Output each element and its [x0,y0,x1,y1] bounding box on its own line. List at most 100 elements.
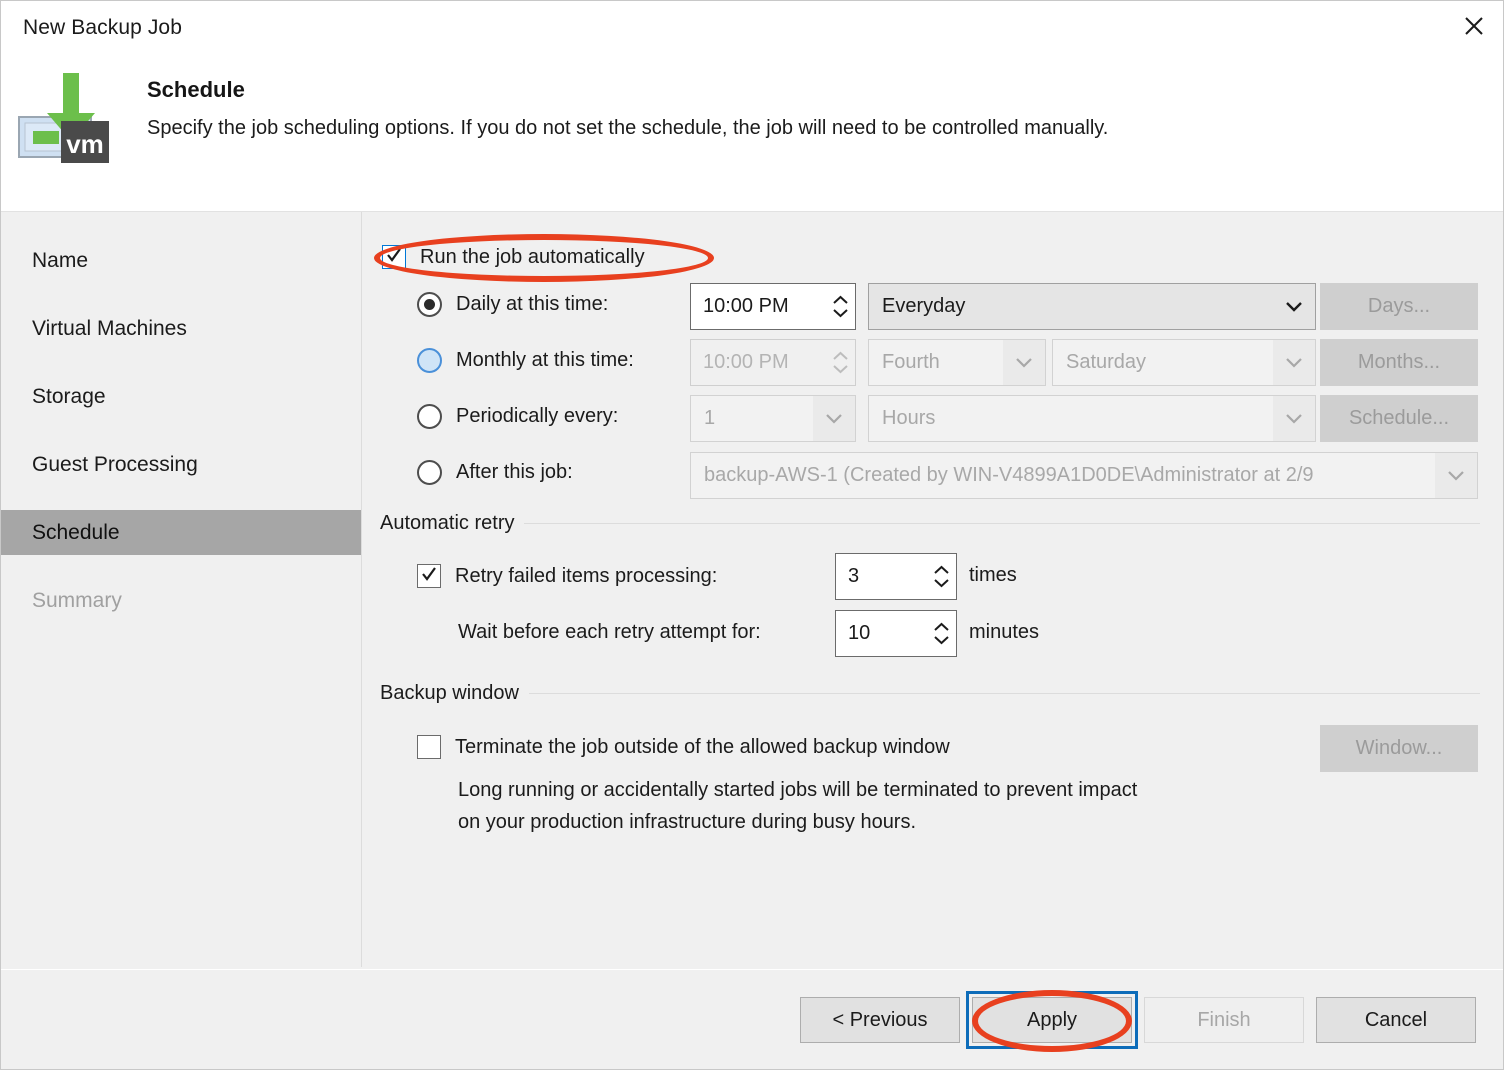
page-title: Schedule [147,77,245,102]
radio-circle [417,348,442,373]
monthly-at-this-time-radio[interactable]: Monthly at this time: [417,348,634,373]
chevron-down-icon [1003,340,1045,385]
daily-time-value: 10:00 PM [703,295,789,317]
terminate-job-checkbox[interactable]: Terminate the job outside of the allowed… [417,735,950,759]
periodically-every-label: Periodically every: [456,405,619,427]
daily-time-spinner[interactable] [825,284,855,329]
monthly-time-spinner [825,340,855,385]
retry-failed-items-checkbox[interactable]: Retry failed items processing: [417,564,717,588]
after-this-job-combobox: backup-AWS-1 (Created by WIN-V4899A1D0DE… [690,452,1478,499]
wait-minutes-spinner[interactable] [926,611,956,656]
daily-at-this-time-radio[interactable]: Daily at this time: [417,292,608,317]
chevron-up-icon [933,565,949,574]
months-button: Months... [1320,339,1478,386]
wait-minutes-suffix: minutes [969,621,1040,643]
retry-count-input[interactable]: 3 [835,553,957,600]
chevron-down-icon [1435,453,1477,498]
monthly-day-value: Saturday [1066,351,1147,373]
backup-window-note-line1: Long running or accidentally started job… [458,779,1138,801]
radio-circle [417,292,442,317]
chevron-up-icon [832,295,848,304]
wait-minutes-value: 10 [848,622,871,644]
retry-count-spinner[interactable] [926,554,956,599]
terminate-job-label: Terminate the job outside of the allowed… [455,735,950,758]
monthly-day-combobox: Saturday [1052,339,1316,386]
schedule-button: Schedule... [1320,395,1478,442]
checkbox-box [417,564,441,588]
radio-circle [417,404,442,429]
chevron-up-icon [933,622,949,631]
monthly-time-input: 10:00 PM [690,339,856,386]
run-the-job-automatically-label: Run the job automatically [420,245,645,268]
wait-before-retry-label: Wait before each retry attempt for: [458,621,761,643]
sidebar-item-name[interactable]: Name [1,238,361,283]
close-icon[interactable] [1443,1,1503,51]
chevron-down-icon [1273,340,1315,385]
periodically-every-radio[interactable]: Periodically every: [417,404,618,429]
backup-vm-icon: vm [17,69,113,169]
backup-window-group-header: Backup window [380,682,1480,705]
daily-frequency-combobox[interactable]: Everyday [868,283,1316,330]
automatic-retry-group-header: Automatic retry [380,512,1480,535]
periodically-unit-value: Hours [882,407,936,429]
sidebar-item-virtual-machines[interactable]: Virtual Machines [1,306,361,351]
checkbox-box [417,735,441,759]
window-button: Window... [1320,725,1478,772]
footer-divider [1,969,1503,970]
chevron-down-icon [813,396,855,441]
previous-button[interactable]: < Previous [800,997,960,1043]
dialog-body: Name Virtual Machines Storage Guest Proc… [1,212,1503,969]
window-title: New Backup Job [23,16,182,39]
backup-window-group-label: Backup window [380,682,519,704]
run-the-job-automatically-checkbox[interactable]: Run the job automatically [382,245,645,269]
wizard-step-sidebar: Name Virtual Machines Storage Guest Proc… [1,212,361,969]
daily-frequency-value: Everyday [882,295,966,317]
chevron-down-icon [933,579,949,588]
automatic-retry-group-label: Automatic retry [380,512,515,534]
monthly-week-value: Fourth [882,351,940,373]
monthly-week-combobox: Fourth [868,339,1046,386]
after-this-job-radio[interactable]: After this job: [417,460,573,485]
monthly-at-this-time-label: Monthly at this time: [456,349,634,371]
after-this-job-label: After this job: [456,461,573,483]
checkmark-icon [422,567,436,581]
finish-button: Finish [1144,997,1304,1043]
page-description: Specify the job scheduling options. If y… [147,117,1109,139]
chevron-up-icon [832,351,848,360]
retry-count-suffix: times [969,564,1017,586]
new-backup-job-dialog: New Backup Job vm Schedule Specify the j… [0,0,1504,1070]
sidebar-item-guest-processing[interactable]: Guest Processing [1,442,361,487]
title-bar: New Backup Job [1,1,1503,59]
checkmark-icon [387,248,401,262]
periodically-count-combobox: 1 [690,395,856,442]
group-divider [524,523,1480,524]
days-button: Days... [1320,283,1478,330]
group-divider [528,693,1480,694]
chevron-down-icon [832,365,848,374]
wait-minutes-input[interactable]: 10 [835,610,957,657]
schedule-settings-pane: Run the job automatically Daily at this … [362,212,1503,969]
radio-circle [417,460,442,485]
retry-count-value: 3 [848,565,860,587]
periodically-count-value: 1 [704,407,716,429]
chevron-down-icon [1273,396,1315,441]
daily-time-input[interactable]: 10:00 PM [690,283,856,330]
checkbox-box [382,245,406,269]
apply-button[interactable]: Apply [972,997,1132,1043]
chevron-down-icon [1273,284,1315,329]
after-this-job-value: backup-AWS-1 (Created by WIN-V4899A1D0DE… [704,464,1314,486]
svg-text:vm: vm [66,129,104,159]
monthly-time-value: 10:00 PM [703,351,789,373]
dialog-footer: < Previous Apply Finish Cancel [1,969,1503,1069]
chevron-down-icon [933,636,949,645]
sidebar-item-schedule[interactable]: Schedule [1,510,361,555]
dialog-header: vm Schedule Specify the job scheduling o… [1,59,1503,213]
backup-window-note-line2: on your production infrastructure during… [458,811,917,833]
daily-at-this-time-label: Daily at this time: [456,293,609,315]
periodically-unit-combobox: Hours [868,395,1316,442]
retry-failed-items-label: Retry failed items processing: [455,564,718,587]
sidebar-item-storage[interactable]: Storage [1,374,361,419]
sidebar-item-summary: Summary [32,588,122,612]
chevron-down-icon [832,309,848,318]
cancel-button[interactable]: Cancel [1316,997,1476,1043]
